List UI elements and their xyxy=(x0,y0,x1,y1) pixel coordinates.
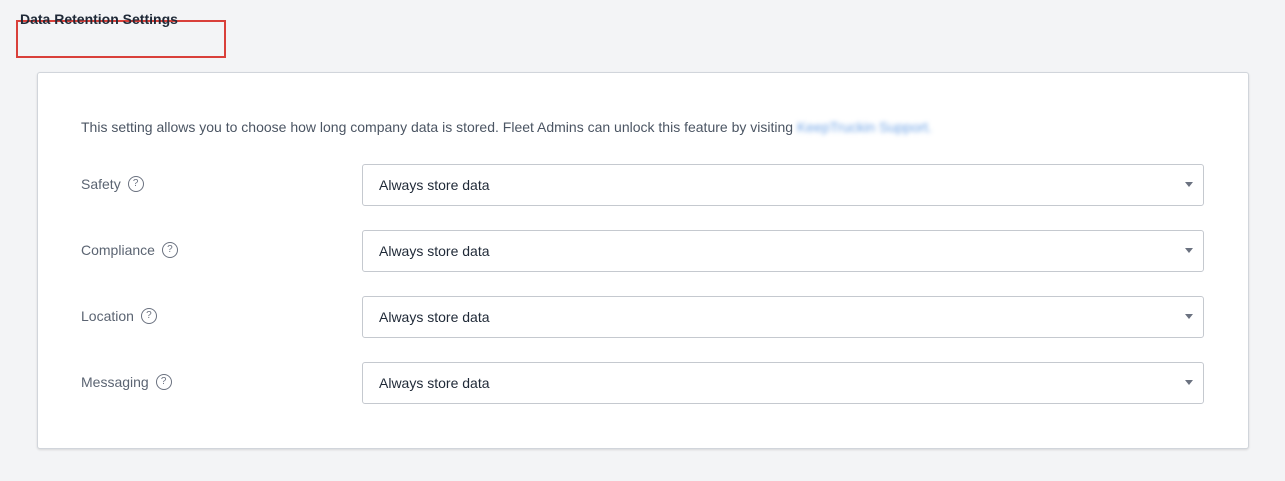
caret-down-icon xyxy=(1185,182,1193,187)
question-circle-icon[interactable]: ? xyxy=(127,176,144,192)
support-link[interactable]: KeepTruckin Support. xyxy=(797,119,932,135)
messaging-select-value: Always store data xyxy=(379,375,490,391)
description-text: This setting allows you to choose how lo… xyxy=(81,119,932,135)
safety-retention-select[interactable]: Always store data xyxy=(362,164,1204,206)
compliance-label-text: Compliance xyxy=(81,242,155,258)
setting-label-messaging: Messaging ? xyxy=(81,374,172,390)
setting-row-location: Location ? Always store data xyxy=(38,296,1248,338)
section-title: Data Retention Settings xyxy=(20,11,178,27)
setting-row-messaging: Messaging ? Always store data xyxy=(38,362,1248,404)
messaging-retention-select[interactable]: Always store data xyxy=(362,362,1204,404)
safety-label-text: Safety xyxy=(81,176,121,192)
caret-down-icon xyxy=(1185,380,1193,385)
location-retention-select[interactable]: Always store data xyxy=(362,296,1204,338)
location-select-value: Always store data xyxy=(379,309,490,325)
caret-down-icon xyxy=(1185,248,1193,253)
data-retention-card: This setting allows you to choose how lo… xyxy=(37,72,1249,449)
setting-label-location: Location ? xyxy=(81,308,157,324)
messaging-label-text: Messaging xyxy=(81,374,149,390)
question-circle-icon[interactable]: ? xyxy=(155,374,172,390)
location-label-text: Location xyxy=(81,308,134,324)
setting-row-safety: Safety ? Always store data xyxy=(38,164,1248,206)
setting-label-compliance: Compliance ? xyxy=(81,242,178,258)
caret-down-icon xyxy=(1185,314,1193,319)
question-circle-icon[interactable]: ? xyxy=(161,242,178,258)
setting-label-safety: Safety ? xyxy=(81,176,144,192)
compliance-retention-select[interactable]: Always store data xyxy=(362,230,1204,272)
setting-row-compliance: Compliance ? Always store data xyxy=(38,230,1248,272)
safety-select-value: Always store data xyxy=(379,177,490,193)
question-circle-icon[interactable]: ? xyxy=(140,308,157,324)
description-body: This setting allows you to choose how lo… xyxy=(81,119,794,135)
compliance-select-value: Always store data xyxy=(379,243,490,259)
